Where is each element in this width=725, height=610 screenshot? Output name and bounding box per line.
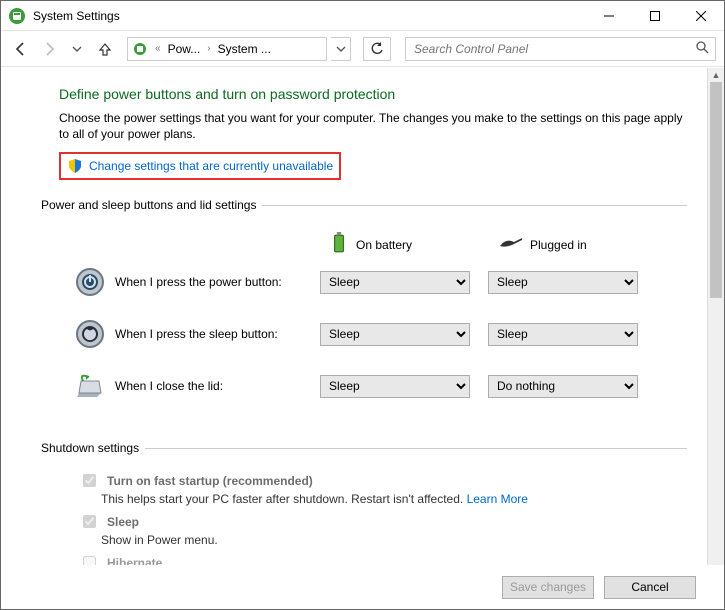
- back-button[interactable]: [9, 37, 33, 61]
- vertical-scrollbar[interactable]: ▲ ▼: [707, 68, 724, 609]
- address-bar[interactable]: « Pow... › System ...: [127, 37, 327, 61]
- app-icon: [7, 6, 27, 26]
- page-heading: Define power buttons and turn on passwor…: [59, 86, 687, 102]
- search-box[interactable]: [405, 37, 716, 61]
- scroll-thumb[interactable]: [710, 82, 722, 298]
- fast-startup-desc: This helps start your PC faster after sh…: [101, 492, 687, 506]
- uac-link[interactable]: Change settings that are currently unava…: [89, 159, 333, 173]
- lid-label: When I close the lid:: [115, 379, 320, 393]
- breadcrumb-item-1[interactable]: Pow...: [168, 42, 201, 56]
- address-dropdown[interactable]: [331, 37, 351, 61]
- power-button-label: When I press the power button:: [115, 275, 320, 289]
- search-input[interactable]: [412, 41, 709, 57]
- sleep-button-plugged-select[interactable]: Sleep: [488, 323, 638, 346]
- battery-icon: [330, 232, 348, 257]
- lid-plugged-select[interactable]: Do nothing: [488, 375, 638, 398]
- sleep-row: Sleep: [79, 512, 687, 531]
- learn-more-link[interactable]: Learn More: [467, 492, 528, 506]
- forward-button[interactable]: [37, 37, 61, 61]
- scroll-up-arrow[interactable]: ▲: [708, 68, 724, 82]
- plug-icon: [498, 236, 522, 253]
- fast-startup-label: Turn on fast startup (recommended): [107, 474, 313, 488]
- shield-icon: [67, 158, 83, 174]
- power-section-legend: Power and sleep buttons and lid settings: [41, 198, 262, 212]
- chevron-right-icon: ›: [204, 43, 213, 54]
- sleep-button-battery-select[interactable]: Sleep: [320, 323, 470, 346]
- lid-icon: [75, 371, 105, 401]
- fast-startup-row: Turn on fast startup (recommended): [79, 471, 687, 490]
- search-icon[interactable]: [696, 41, 709, 57]
- breadcrumb-prefix: «: [152, 43, 164, 54]
- bottom-bar: Save changes Cancel: [1, 565, 724, 609]
- close-button[interactable]: [678, 1, 724, 31]
- power-button-battery-select[interactable]: Sleep: [320, 271, 470, 294]
- power-and-sleep-section: Power and sleep buttons and lid settings…: [59, 198, 687, 423]
- sleep-checkbox[interactable]: [83, 515, 96, 528]
- save-button[interactable]: Save changes: [502, 576, 594, 599]
- uac-link-row[interactable]: Change settings that are currently unava…: [59, 152, 341, 180]
- breadcrumb-item-2[interactable]: System ...: [218, 42, 271, 56]
- address-icon: [132, 41, 148, 57]
- power-button-icon: [75, 267, 105, 297]
- refresh-button[interactable]: [363, 37, 391, 61]
- fast-startup-checkbox[interactable]: [83, 474, 96, 487]
- nav-row: « Pow... › System ...: [1, 31, 724, 67]
- window-title: System Settings: [33, 9, 120, 23]
- col-plugged-label: Plugged in: [530, 238, 587, 252]
- cancel-button[interactable]: Cancel: [604, 576, 696, 599]
- content-area: Define power buttons and turn on passwor…: [1, 68, 707, 609]
- up-button[interactable]: [93, 37, 117, 61]
- page-subtitle: Choose the power settings that you want …: [59, 110, 687, 142]
- maximize-button[interactable]: [632, 1, 678, 31]
- power-button-plugged-select[interactable]: Sleep: [488, 271, 638, 294]
- sleep-button-icon: [75, 319, 105, 349]
- minimize-button[interactable]: [586, 1, 632, 31]
- shutdown-legend: Shutdown settings: [41, 441, 145, 455]
- titlebar: System Settings: [1, 1, 724, 31]
- lid-battery-select[interactable]: Sleep: [320, 375, 470, 398]
- col-battery-label: On battery: [356, 238, 412, 252]
- sleep-label: Sleep: [107, 515, 139, 529]
- sleep-button-label: When I press the sleep button:: [115, 327, 320, 341]
- sleep-desc: Show in Power menu.: [101, 533, 687, 547]
- recent-dropdown[interactable]: [65, 37, 89, 61]
